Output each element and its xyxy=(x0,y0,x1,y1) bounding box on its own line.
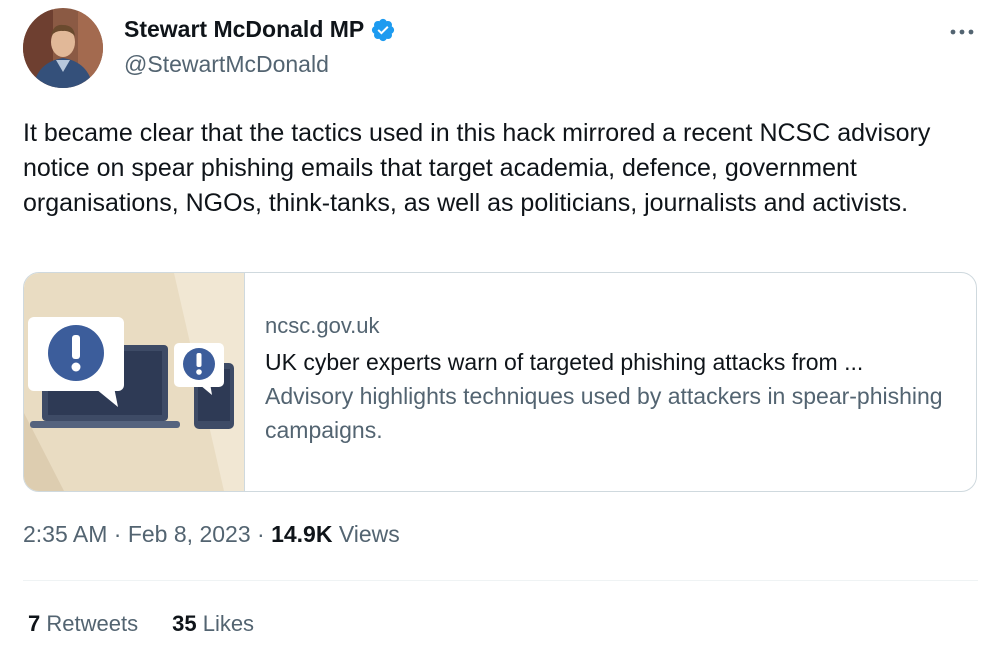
tweet-stats: 7 Retweets 35 Likes xyxy=(28,611,254,637)
avatar[interactable] xyxy=(23,8,103,88)
link-card[interactable]: ncsc.gov.uk UK cyber experts warn of tar… xyxy=(23,272,977,492)
likes-stat[interactable]: 35 Likes xyxy=(172,611,254,637)
verified-badge-icon xyxy=(370,17,396,43)
retweets-label: Retweets xyxy=(46,611,139,636)
meta-separator: · xyxy=(250,521,272,547)
link-card-description: Advisory highlights techniques used by a… xyxy=(265,383,943,443)
phishing-alert-illustration xyxy=(24,273,245,491)
link-card-title: UK cyber experts warn of targeted phishi… xyxy=(265,349,864,375)
tweet-meta: 2:35 AM · Feb 8, 2023 · 14.9K Views xyxy=(23,521,400,548)
more-icon[interactable] xyxy=(944,14,980,50)
views-count: 14.9K xyxy=(271,521,333,547)
likes-label: Likes xyxy=(202,611,255,636)
link-card-domain: ncsc.gov.uk xyxy=(265,313,380,338)
retweets-stat[interactable]: 7 Retweets xyxy=(28,611,138,637)
tweet-text: It became clear that the tactics used in… xyxy=(23,119,931,217)
views-label: Views xyxy=(338,521,400,547)
meta-separator: · xyxy=(107,521,128,547)
author-display-name[interactable]: Stewart McDonald MP xyxy=(124,16,396,43)
link-card-body: ncsc.gov.uk UK cyber experts warn of tar… xyxy=(265,311,955,447)
retweets-count: 7 xyxy=(28,611,41,636)
tweet-time[interactable]: 2:35 AM xyxy=(23,521,107,547)
author-name-text: Stewart McDonald MP xyxy=(124,16,365,42)
author-handle[interactable]: @StewartMcDonald xyxy=(124,51,329,78)
tweet-date[interactable]: Feb 8, 2023 xyxy=(128,521,251,547)
likes-count: 35 xyxy=(172,611,197,636)
divider xyxy=(23,580,978,581)
